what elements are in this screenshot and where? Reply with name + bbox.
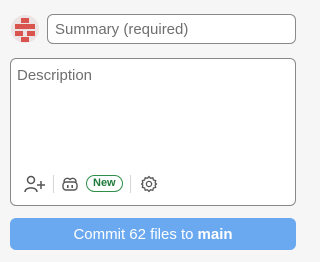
copilot-button[interactable]	[59, 171, 81, 197]
commit-branch: main	[197, 225, 233, 243]
settings-button[interactable]	[137, 171, 161, 197]
description-input[interactable]	[11, 59, 295, 159]
description-toolbar: New	[11, 171, 295, 197]
add-coauthor-button[interactable]	[22, 171, 48, 197]
identicon-avatar-icon	[11, 15, 39, 43]
gear-icon	[140, 175, 158, 193]
toolbar-divider	[130, 175, 131, 193]
toolbar-divider	[53, 175, 54, 193]
summary-input[interactable]	[47, 14, 296, 44]
copilot-icon	[62, 177, 78, 191]
new-badge: New	[86, 175, 123, 192]
description-box: New	[10, 58, 296, 206]
avatar	[11, 15, 39, 43]
add-person-icon	[24, 175, 45, 193]
commit-button[interactable]: Commit 62 files to main	[10, 218, 296, 250]
commit-label: Commit 62 files to	[73, 225, 194, 243]
